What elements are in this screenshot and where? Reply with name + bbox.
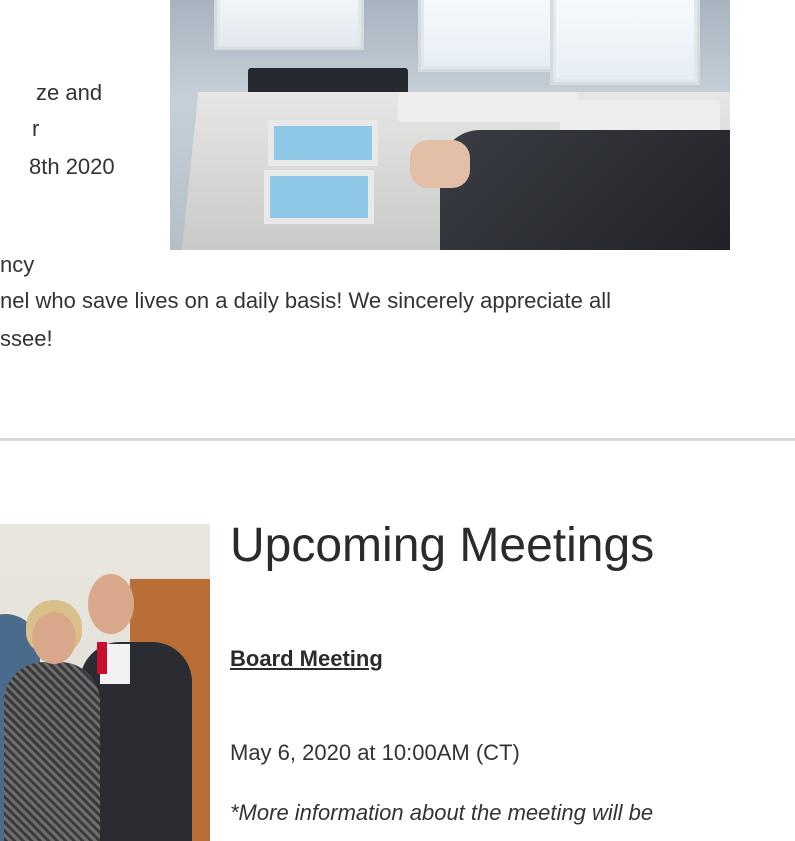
body-text-line: ssee! — [0, 326, 53, 351]
person-center — [4, 662, 100, 841]
operator-hand — [410, 140, 470, 188]
panel-screen — [264, 170, 374, 224]
monitor-middle — [418, 0, 563, 72]
tie — [97, 642, 107, 674]
meeting-date: May 6, 2020 at 10:00AM (CT) — [230, 740, 520, 765]
body-text-line: nel who save lives on a daily basis! We … — [0, 288, 612, 313]
section-divider — [0, 438, 795, 441]
monitor-right — [550, 0, 700, 85]
body-text-line: r — [32, 116, 40, 141]
body-text-line: ze and — [36, 80, 103, 105]
meeting-note: *More information about the meeting will… — [230, 800, 654, 825]
panel-screen — [268, 120, 378, 166]
body-text-line: ncy — [0, 252, 35, 277]
control-room-photo — [170, 0, 730, 250]
keyboard-light — [398, 92, 578, 122]
body-text-line: 8th 2020 — [29, 154, 115, 179]
section-heading: Upcoming Meetings — [230, 519, 655, 572]
people-photo — [0, 524, 210, 841]
operator-arm — [440, 130, 730, 250]
board-meeting-link[interactable]: Board Meeting — [230, 646, 383, 672]
face — [32, 612, 76, 664]
monitor-left — [214, 0, 364, 50]
face — [88, 574, 134, 634]
